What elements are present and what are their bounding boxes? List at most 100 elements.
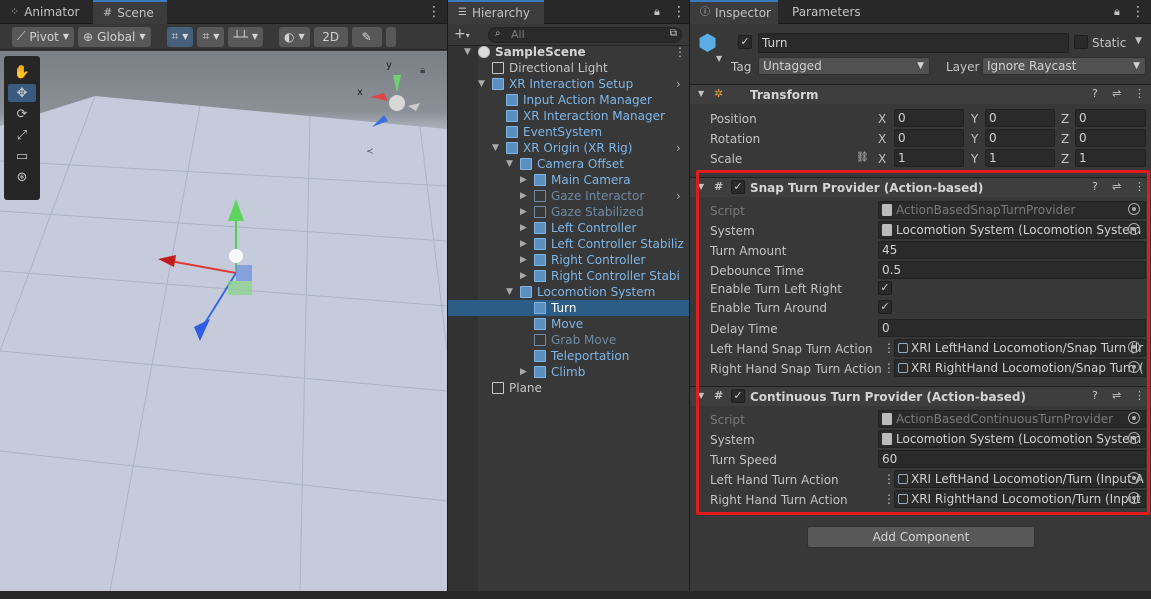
increment-snap-button[interactable]: ┴┴ ▼ [228, 26, 263, 47]
lock-icon[interactable]: 🔒︎ [1114, 5, 1120, 19]
inspector-menu-kebab-icon[interactable]: ⋮ [1131, 4, 1145, 20]
object-picker-icon[interactable] [1128, 341, 1140, 353]
foldout-arrow-icon[interactable]: ▼ [698, 182, 704, 191]
tab-scene[interactable]: # Scene [93, 0, 167, 24]
persp-label-icon[interactable]: ≺ [366, 147, 374, 157]
right-snap-action-field[interactable]: XRI RightHand Locomotion/Snap Turn ( [894, 359, 1146, 377]
open-prefab-chevron-icon[interactable]: › [676, 188, 681, 204]
tab-inspector[interactable]: ⓘ Inspector [690, 0, 778, 24]
grid-visibility-button[interactable]: ⌗ ▼ [197, 26, 225, 47]
orientation-gizmo[interactable] [370, 75, 420, 127]
axis-x-label[interactable]: X [878, 111, 886, 127]
add-component-button[interactable]: Add Component [807, 526, 1035, 548]
snap-system-field[interactable]: Locomotion System (Locomotion System [878, 221, 1146, 239]
hierarchy-item[interactable]: ▼ Camera Offset [448, 156, 689, 172]
enable-turn-around-checkbox[interactable]: ✓ [878, 300, 892, 314]
lock-icon[interactable]: 🔒︎ [654, 5, 660, 19]
hierarchy-item[interactable]: Turn [448, 300, 689, 316]
lock-icon[interactable]: 🔒︎ [420, 65, 425, 76]
move-tool-icon[interactable]: ✥ [8, 84, 36, 102]
turn-speed-field[interactable]: 60 [878, 450, 1146, 468]
more-toolbar-button[interactable] [385, 26, 396, 47]
gizmo-center-cube-icon[interactable] [389, 95, 405, 111]
hierarchy-item[interactable]: ▶ Main Camera [448, 172, 689, 188]
scene-kebab-icon[interactable]: ⋮ [674, 44, 686, 60]
hand-tool-icon[interactable]: ✋ [8, 63, 36, 81]
transform-y-field[interactable]: 1 [985, 149, 1055, 167]
transform-y-field[interactable]: 0 [985, 129, 1055, 147]
xz-plane-handle[interactable] [228, 281, 252, 295]
axis-z-label[interactable]: Z [1061, 151, 1069, 167]
transform-header[interactable]: ▼ ✲ Transform ? ⇌ ⋮ [690, 84, 1151, 104]
help-icon[interactable]: ? [1092, 180, 1098, 193]
add-object-dropdown[interactable]: +▾ [454, 26, 470, 42]
rect-tool-icon[interactable]: ▭ [8, 147, 36, 165]
hierarchy-item[interactable]: ▶ Right Controller [448, 252, 689, 268]
foldout-arrow-icon[interactable]: ▼ [506, 284, 518, 300]
tab-parameters[interactable]: Parameters [782, 0, 862, 24]
tab-animator[interactable]: ⁘ Animator [0, 0, 92, 24]
continuous-enabled-checkbox[interactable]: ✓ [731, 389, 745, 403]
foldout-arrow-icon[interactable]: ▶ [520, 204, 532, 220]
enable-turn-left-right-checkbox[interactable]: ✓ [878, 281, 892, 295]
hierarchy-item[interactable]: Input Action Manager [448, 92, 689, 108]
yz-plane-handle[interactable] [236, 265, 252, 281]
chevron-down-icon[interactable]: ▼ [716, 54, 722, 63]
open-prefab-chevron-icon[interactable]: › [676, 140, 681, 156]
scene-menu-kebab-icon[interactable]: ⋮ [427, 4, 441, 20]
object-picker-icon[interactable] [1128, 492, 1140, 504]
transform-z-field[interactable]: 1 [1075, 149, 1146, 167]
foldout-arrow-icon[interactable]: ▼ [506, 156, 518, 172]
2d-toggle-button[interactable]: 2D [313, 26, 348, 47]
transform-y-field[interactable]: 0 [985, 109, 1055, 127]
layer-dropdown[interactable]: Ignore Raycast ▼ [982, 57, 1146, 75]
hierarchy-item[interactable]: ▼ SampleScene ⋮ [448, 44, 689, 60]
component-kebab-icon[interactable]: ⋮ [1134, 180, 1145, 193]
hierarchy-search-input[interactable]: ⌕ All ⧉ [488, 27, 682, 43]
transform-z-field[interactable]: 0 [1075, 109, 1146, 127]
global-dropdown[interactable]: ⊕ Global ▼ [78, 26, 151, 47]
hierarchy-item[interactable]: ▼ XR Interaction Setup › [448, 76, 689, 92]
axis-y-label[interactable]: Y [971, 131, 978, 147]
foldout-arrow-icon[interactable]: ▶ [520, 252, 532, 268]
foldout-arrow-icon[interactable]: ▶ [520, 172, 532, 188]
delay-time-field[interactable]: 0 [878, 319, 1146, 337]
preset-sliders-icon[interactable]: ⇌ [1112, 180, 1121, 193]
debounce-time-field[interactable]: 0.5 [878, 261, 1146, 279]
foldout-arrow-icon[interactable]: ▼ [698, 89, 704, 98]
foldout-arrow-icon[interactable]: ▼ [492, 140, 504, 156]
gizmo-x-cone-icon[interactable] [370, 93, 388, 101]
tag-dropdown[interactable]: Untagged ▼ [758, 57, 930, 75]
transform-tool-icon[interactable]: ⊛ [8, 168, 36, 186]
lighting-toggle-button[interactable]: ✎ [351, 26, 382, 47]
hierarchy-menu-kebab-icon[interactable]: ⋮ [672, 4, 686, 20]
foldout-arrow-icon[interactable]: ▶ [520, 364, 532, 380]
axis-y-label[interactable]: Y [971, 111, 978, 127]
transform-x-field[interactable]: 0 [894, 129, 964, 147]
hierarchy-item[interactable]: Move [448, 316, 689, 332]
hierarchy-item[interactable]: ▶ Right Controller Stabi [448, 268, 689, 284]
preset-sliders-icon[interactable]: ⇌ [1112, 87, 1121, 100]
hierarchy-item[interactable]: Grab Move [448, 332, 689, 348]
component-kebab-icon[interactable]: ⋮ [1134, 389, 1145, 402]
rotate-tool-icon[interactable]: ⟳ [8, 105, 36, 123]
object-picker-icon[interactable] [1128, 432, 1140, 444]
hierarchy-item[interactable]: Teleportation [448, 348, 689, 364]
object-picker-icon[interactable] [1128, 223, 1140, 235]
gizmo-neg-x-cone-icon[interactable] [408, 103, 420, 111]
chevron-down-icon[interactable]: ▼ [1135, 36, 1142, 46]
left-snap-action-field[interactable]: XRI LeftHand Locomotion/Snap Turn (Ir [894, 339, 1146, 357]
transform-z-field[interactable]: 0 [1075, 129, 1146, 147]
scene-viewport[interactable]: y x 🔒︎ ≺ [0, 51, 447, 591]
pivot-dropdown[interactable]: ⟋ Pivot ▼ [12, 26, 75, 47]
axis-x-label[interactable]: X [878, 131, 886, 147]
foldout-arrow-icon[interactable]: ▶ [520, 220, 532, 236]
search-filter-icon[interactable]: ⧉ [670, 28, 677, 39]
component-kebab-icon[interactable]: ⋮ [1134, 87, 1145, 100]
help-icon[interactable]: ? [1092, 87, 1098, 100]
foldout-arrow-icon[interactable]: ▶ [520, 268, 532, 284]
gizmo-y-cone-icon[interactable] [393, 75, 401, 93]
foldout-arrow-icon[interactable]: ▼ [478, 76, 490, 92]
hierarchy-item[interactable]: Directional Light [448, 60, 689, 76]
hierarchy-item[interactable]: ▶ Left Controller Stabiliz [448, 236, 689, 252]
